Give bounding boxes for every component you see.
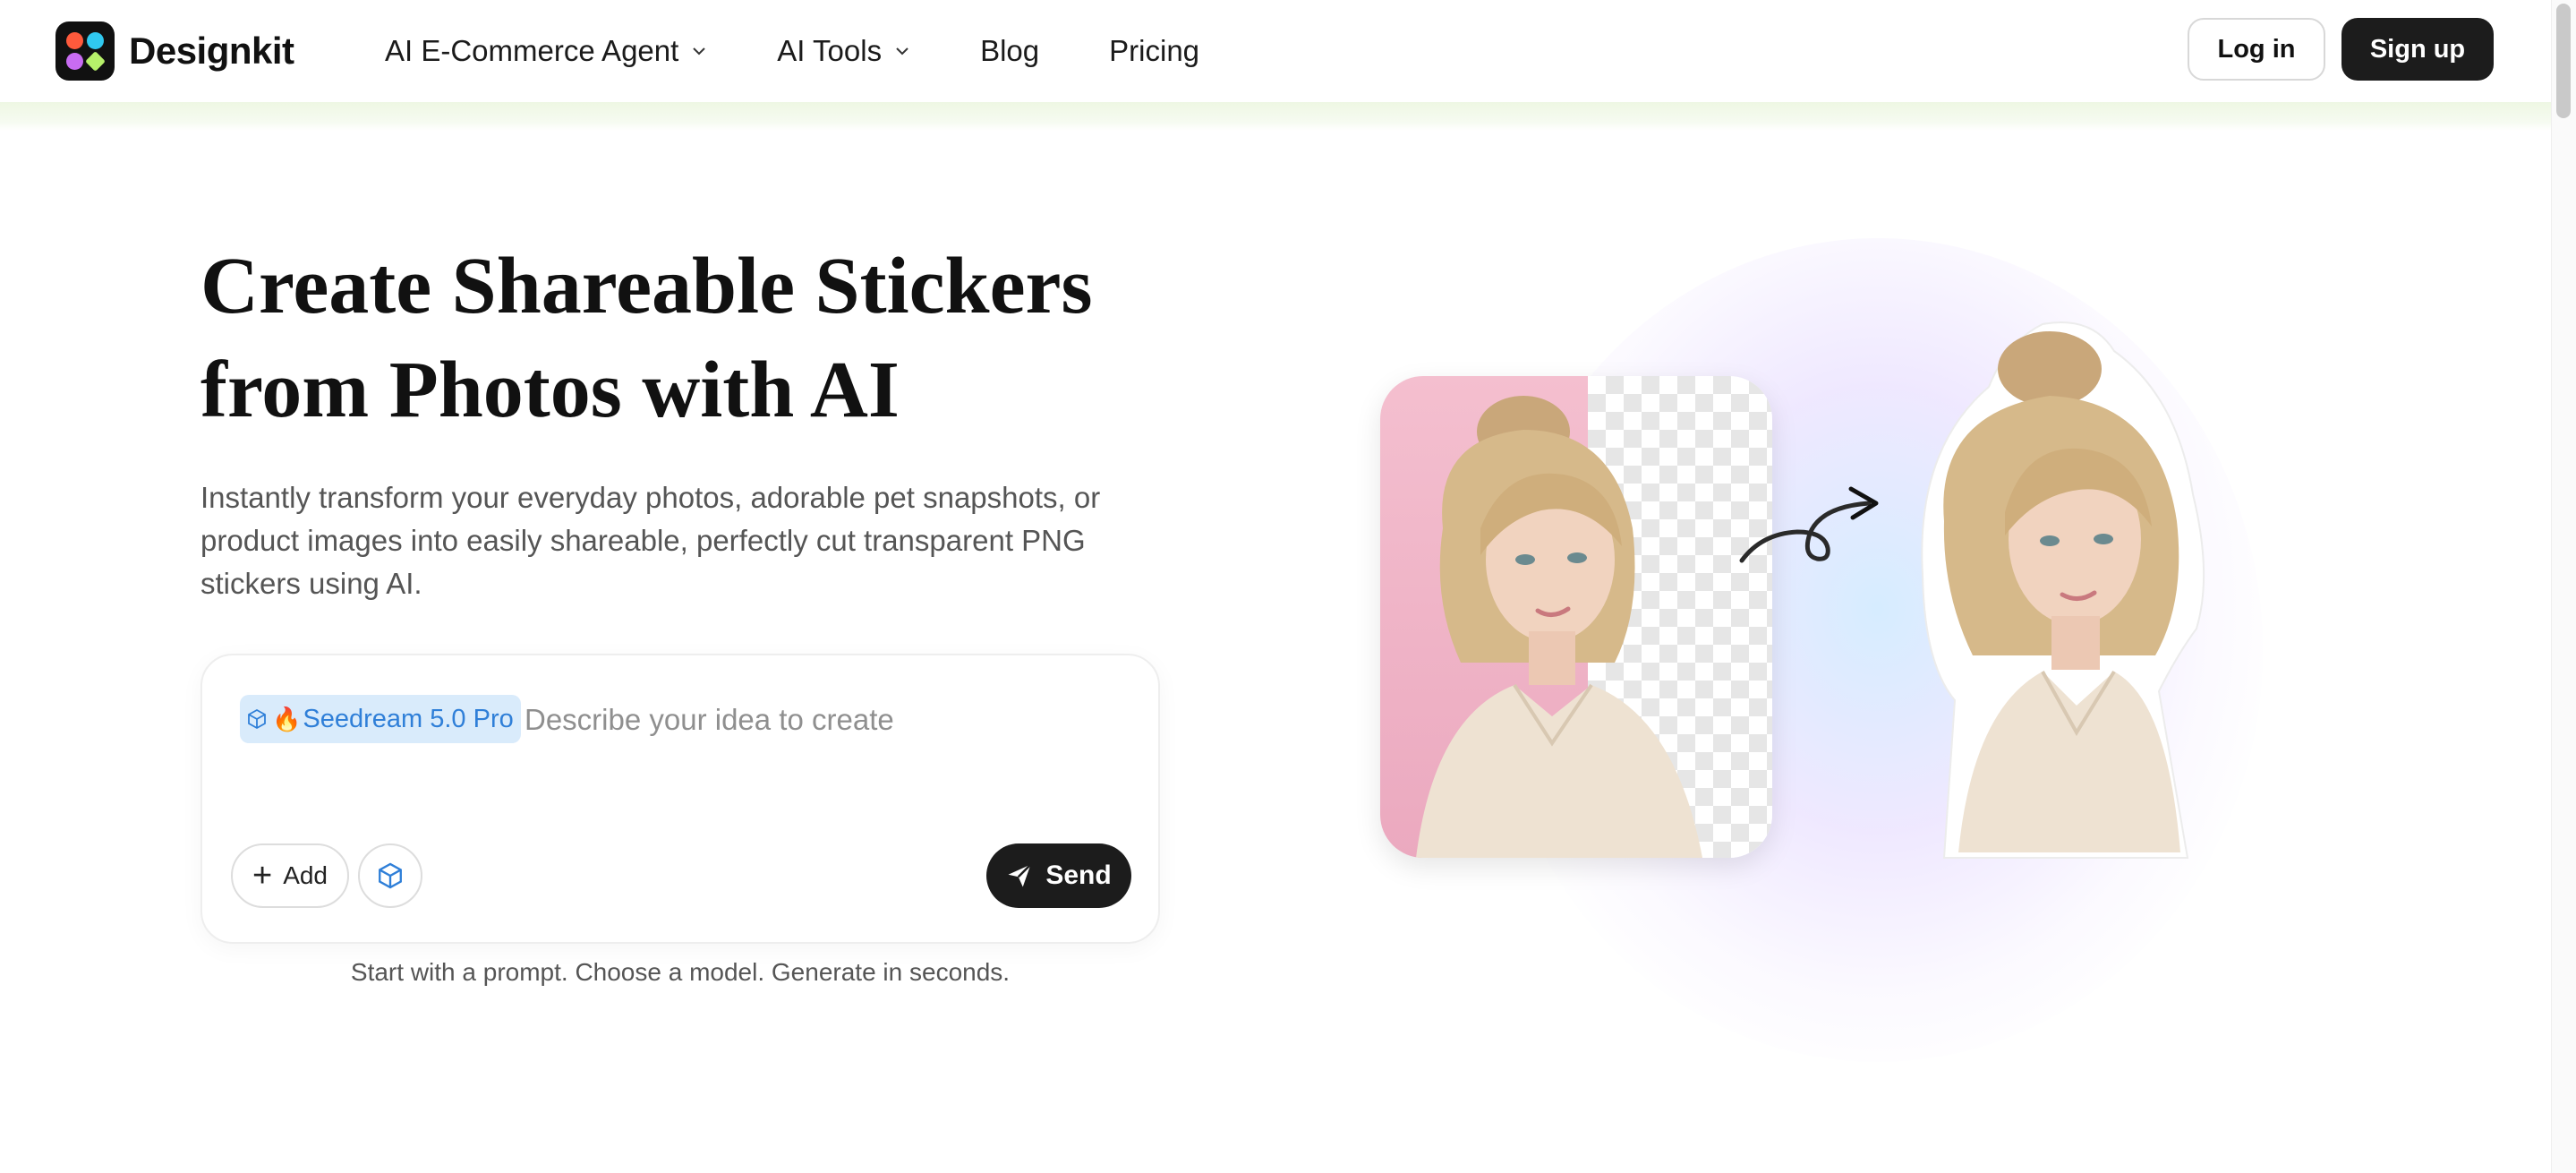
add-button-label: Add	[283, 861, 328, 889]
header-accent-band	[0, 102, 2551, 131]
brand-logo[interactable]: Designkit	[55, 21, 294, 81]
chevron-down-icon	[896, 47, 908, 56]
model-chip-label: Seedream 5.0 Pro	[303, 704, 514, 733]
prompt-caption: Start with a prompt. Choose a model. Gen…	[350, 958, 1011, 986]
nav-item-ai-tools[interactable]: AI Tools	[777, 34, 910, 68]
nav-item-label: Blog	[980, 34, 1040, 67]
scrollbar-thumb[interactable]	[2556, 4, 2571, 118]
chevron-down-icon	[693, 47, 706, 56]
fire-icon: 🔥	[272, 705, 302, 732]
cube-icon	[379, 862, 402, 889]
paper-plane-icon	[1008, 863, 1032, 887]
prompt-composer: 🔥 Seedream 5.0 Pro + Add Send	[200, 654, 1160, 944]
page-title: Create Shareable Stickers from Photos wi…	[200, 235, 1185, 442]
brand-name: Designkit	[129, 30, 294, 72]
page-title-line-1: Create Shareable Stickers	[200, 242, 1093, 330]
signup-button[interactable]: Sign up	[2341, 18, 2494, 81]
curved-arrow-icon	[1739, 486, 1879, 563]
model-select-button[interactable]	[358, 843, 422, 908]
prompt-input[interactable]	[523, 697, 1117, 743]
nav-item-pricing[interactable]: Pricing	[1109, 34, 1199, 68]
designkit-logo-icon	[55, 21, 115, 81]
nav-item-ai-ecommerce-agent[interactable]: AI E-Commerce Agent	[385, 34, 707, 68]
login-button[interactable]: Log in	[2188, 18, 2325, 81]
sticker-result-illustration	[1921, 321, 2205, 859]
hero-illustration	[1323, 140, 2417, 1096]
cube-icon	[248, 708, 266, 730]
page-title-line-2: from Photos with AI	[200, 346, 900, 434]
portrait-illustration	[1416, 396, 1702, 858]
send-button-label: Send	[1045, 860, 1112, 890]
original-photo-card	[1380, 376, 1772, 858]
add-button[interactable]: + Add	[231, 843, 349, 908]
scrollbar-track[interactable]	[2551, 0, 2576, 1173]
site-header: Designkit AI E-Commerce Agent AI Tools B…	[0, 0, 2551, 102]
nav-item-label: AI E-Commerce Agent	[385, 34, 679, 67]
model-chip[interactable]: 🔥 Seedream 5.0 Pro	[240, 695, 521, 743]
hero-description: Instantly transform your everyday photos…	[200, 481, 1101, 600]
send-button[interactable]: Send	[986, 843, 1131, 908]
nav-item-blog[interactable]: Blog	[980, 34, 1039, 68]
main-nav: AI E-Commerce Agent AI Tools Blog Pricin…	[385, 0, 1269, 102]
plus-icon: +	[252, 857, 273, 895]
nav-item-label: AI Tools	[777, 34, 883, 67]
nav-item-label: Pricing	[1109, 34, 1200, 67]
